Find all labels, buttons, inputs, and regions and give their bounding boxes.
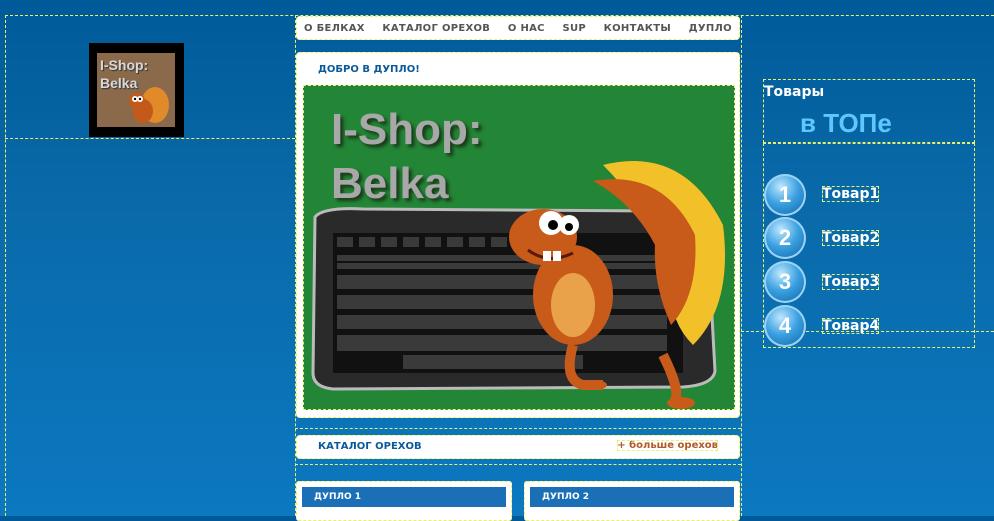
nav-item-about-us[interactable]: О НАС xyxy=(508,23,545,34)
rank-3-icon: 3 xyxy=(764,261,806,303)
nav-item-about-squirrels[interactable]: О БЕЛКАХ xyxy=(304,23,365,34)
rank-1-icon: 1 xyxy=(764,174,806,216)
catalog-bar: КАТАЛОГ ОРЕХОВ + больше орехов xyxy=(296,435,740,459)
top-product-2[interactable]: Товар2 xyxy=(822,230,880,246)
logo-image: I-Shop: Belka xyxy=(97,53,175,127)
welcome-heading: ДОБРО В ДУПЛО! xyxy=(318,64,420,75)
top-product-1[interactable]: Товар1 xyxy=(822,186,880,202)
catalog-title: КАТАЛОГ ОРЕХОВ xyxy=(318,441,422,452)
main-nav: О БЕЛКАХ КАТАЛОГ ОРЕХОВ О НАС SUP КОНТАК… xyxy=(296,16,740,40)
banner-image: I-Shop: Belka xyxy=(303,85,735,410)
nav-item-sup[interactable]: SUP xyxy=(562,23,586,34)
top-product-3[interactable]: Товар3 xyxy=(822,274,880,290)
nav-item-nut-catalog[interactable]: КАТАЛОГ ОРЕХОВ xyxy=(382,23,490,34)
rank-4-icon: 4 xyxy=(764,305,806,347)
duplo-box-2: ДУПЛО 2 xyxy=(524,481,740,521)
duplo-box-1-title[interactable]: ДУПЛО 1 xyxy=(302,487,506,507)
rank-2-icon: 2 xyxy=(764,217,806,259)
squirrel-icon xyxy=(129,87,169,123)
guide-center-right xyxy=(741,15,742,516)
welcome-panel: ДОБРО В ДУПЛО! I-Shop: Belka xyxy=(296,52,740,418)
nav-item-duplo[interactable]: ДУПЛО xyxy=(689,23,732,34)
guide-center-bottom2 xyxy=(295,428,741,429)
keyboard-squirrel-illustration xyxy=(311,161,725,409)
top-product-4[interactable]: Товар4 xyxy=(822,318,880,334)
site-logo[interactable]: I-Shop: Belka xyxy=(89,43,184,137)
duplo-box-1: ДУПЛО 1 xyxy=(296,481,512,521)
more-nuts-link[interactable]: + больше орехов xyxy=(617,440,718,451)
nav-item-contacts[interactable]: КОНТАКТЫ xyxy=(604,23,671,34)
guide-left-mid xyxy=(5,138,295,139)
top-products-title-line2: в ТОПе xyxy=(800,108,892,138)
guide-center-bottom xyxy=(295,464,741,465)
guide-left xyxy=(5,15,6,516)
duplo-box-2-title[interactable]: ДУПЛО 2 xyxy=(530,487,734,507)
top-products-title-line1: Товары xyxy=(764,84,825,100)
